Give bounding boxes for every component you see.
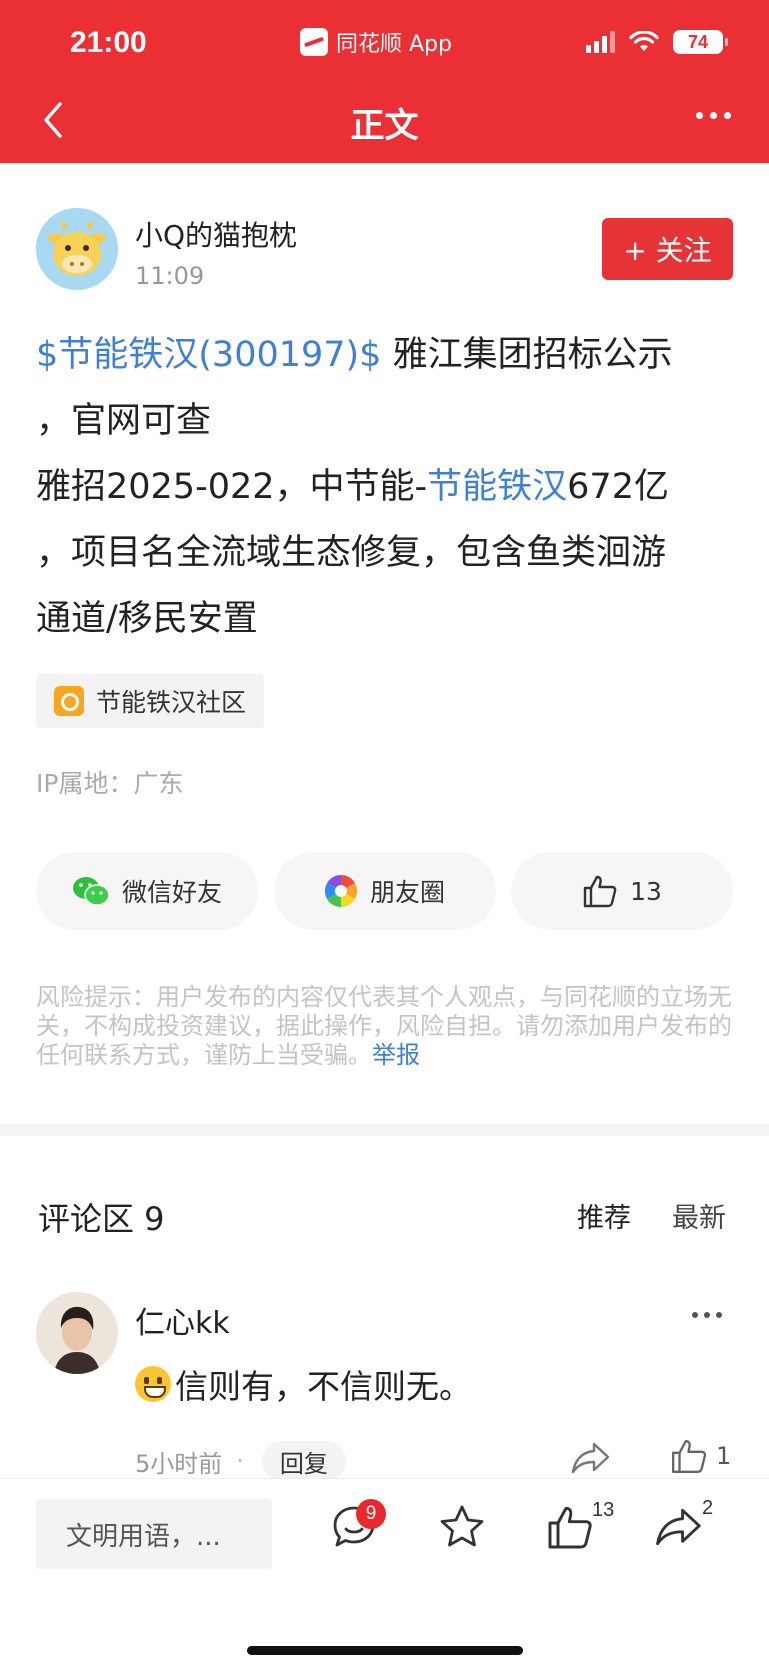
thumbs-up-icon <box>672 1440 707 1473</box>
person-portrait-icon <box>36 1292 118 1374</box>
like-post-button[interactable]: 13 <box>511 852 733 930</box>
community-tag[interactable]: 节能铁汉社区 <box>36 674 265 728</box>
ip-location: IP属地：广东 <box>36 769 184 798</box>
stock-tag-link[interactable]: $节能铁汉(300197)$ <box>36 335 381 375</box>
status-app-indicator[interactable]: 同花顺 App <box>300 26 452 58</box>
commenter-avatar[interactable] <box>36 1292 118 1374</box>
post-text: 672亿 <box>567 467 669 507</box>
post-text: 雅江集团招标公示 <box>381 335 673 375</box>
status-time: 21:00 <box>70 26 147 59</box>
share-wechat-label: 微信好友 <box>121 878 222 907</box>
comments-button[interactable]: 9 <box>330 1499 386 1555</box>
section-divider <box>0 1124 769 1136</box>
risk-notice: 风险提示：用户发布的内容仅代表其个人观点，与同花顺的立场无关，不构成投资建议，据… <box>36 983 736 1070</box>
comment-text: 信则有，不信则无。 <box>135 1360 472 1408</box>
comment-like-button[interactable]: 1 <box>670 1438 731 1474</box>
community-tag-label: 节能铁汉社区 <box>96 688 247 717</box>
thumbs-up-icon <box>583 875 617 908</box>
comment-time: 5小时前 <box>135 1449 223 1478</box>
comment-count-badge: 9 <box>356 1499 386 1529</box>
thumbs-up-icon <box>548 1506 592 1549</box>
star-icon <box>440 1505 484 1547</box>
share-arrow-icon <box>656 1508 701 1546</box>
status-app-name: 同花顺 App <box>336 32 452 57</box>
more-options-icon[interactable] <box>696 112 731 119</box>
author-avatar[interactable] <box>36 208 118 290</box>
cellular-signal-icon <box>586 31 615 53</box>
post-text: ，官网可查 <box>36 401 212 441</box>
share-button[interactable]: 2 <box>654 1497 713 1555</box>
like-count: 13 <box>630 876 662 906</box>
like-button[interactable]: 13 <box>546 1499 614 1555</box>
share-moments-label: 朋友圈 <box>369 878 445 907</box>
comments-title: 评论区 9 <box>38 1200 165 1238</box>
author-name[interactable]: 小Q的猫抱枕 <box>135 214 297 254</box>
post-text: 雅招2025-022，中节能- <box>36 467 428 507</box>
share-moments-button[interactable]: 朋友圈 <box>273 852 496 930</box>
comment-meta: 5小时前 · 回复 <box>135 1441 346 1481</box>
reply-button[interactable]: 回复 <box>261 1441 346 1481</box>
battery-icon: 74 <box>673 30 728 54</box>
share-count-sup: 2 <box>702 1497 714 1519</box>
status-icons: 74 <box>586 30 728 54</box>
commenter-name[interactable]: 仁心kk <box>135 1298 230 1342</box>
moments-aperture-icon <box>324 874 358 908</box>
wifi-icon <box>629 31 659 51</box>
comment-more-icon[interactable] <box>692 1312 722 1318</box>
follow-button[interactable]: + 关注 <box>602 218 733 280</box>
share-row: 微信好友 朋友圈 13 <box>36 852 733 930</box>
app-logo-icon <box>300 28 328 56</box>
comment-like-count: 1 <box>716 1442 732 1470</box>
comment-share-icon[interactable] <box>570 1440 612 1476</box>
cow-mascot-icon <box>36 208 118 290</box>
community-icon <box>54 686 84 716</box>
stock-inline-link[interactable]: 节能铁汉 <box>427 467 567 507</box>
top-bar: 21:00 同花顺 App 74 正文 <box>0 0 769 163</box>
sort-recommend-tab[interactable]: 推荐 <box>577 1196 631 1235</box>
post-body: $节能铁汉(300197)$ 雅江集团招标公示 ，官网可查 雅招2025-022… <box>36 322 736 652</box>
comment-body: 信则有，不信则无。 <box>175 1367 472 1406</box>
bottom-action-bar: 文明用语，... 9 13 2 <box>0 1478 769 1663</box>
grinning-face-emoji-icon <box>135 1366 171 1402</box>
post-text: 通道/移民安置 <box>36 599 258 639</box>
home-indicator[interactable] <box>247 1646 523 1655</box>
post-time: 11:09 <box>135 262 205 290</box>
meta-separator: · <box>236 1447 244 1475</box>
post-text: ，项目名全流域生态修复，包含鱼类洄游 <box>36 533 667 573</box>
like-count-sup: 13 <box>592 1499 615 1521</box>
comment-input[interactable]: 文明用语，... <box>36 1499 272 1569</box>
wechat-icon <box>72 877 110 906</box>
share-wechat-button[interactable]: 微信好友 <box>36 852 258 930</box>
report-link[interactable]: 举报 <box>372 1041 420 1069</box>
sort-newest-tab[interactable]: 最新 <box>672 1196 726 1235</box>
favorite-button[interactable] <box>438 1503 486 1555</box>
page-title: 正文 <box>350 106 419 146</box>
